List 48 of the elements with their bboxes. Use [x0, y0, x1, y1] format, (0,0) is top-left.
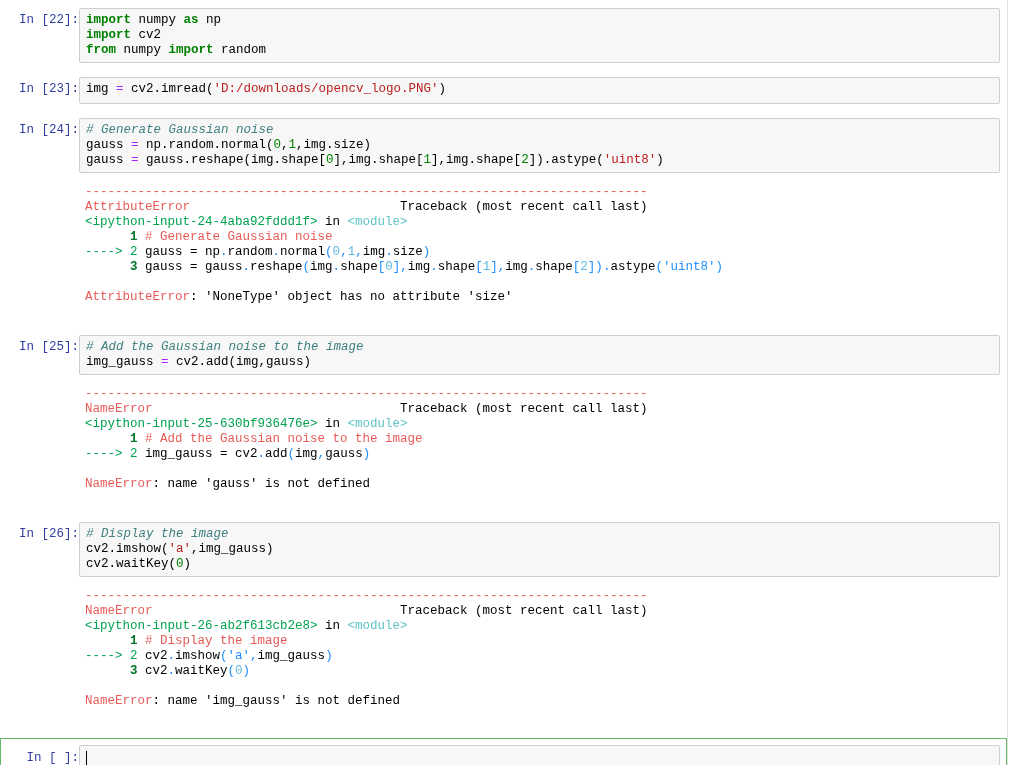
- code-input-field[interactable]: # Add the Gaussian noise to the image img_gauss = cv2.add(img,gauss): [79, 335, 1000, 375]
- traceback-line: <ipython-input-25-630bf936476e> in <module>: [85, 417, 409, 432]
- notebook-cell[interactable]: In [22]: import numpy as np import cv2 from numpy import random: [0, 7, 1007, 76]
- code-line: img = cv2.imread('D:/downloads/opencv_logo.PNG'): [86, 82, 448, 97]
- code-line: cv2.waitKey(0): [86, 557, 193, 572]
- code-input-field[interactable]: import numpy as np import cv2 from numpy import random: [79, 8, 1000, 63]
- text-cursor: [86, 751, 87, 765]
- code-line: gauss = gauss.reshape(img.shape[0],img.shape[1],img.shape[2]).astype('uint8'): [86, 153, 665, 168]
- traceback-line: ----> 2 img_gauss = cv2.add(img,gauss): [85, 447, 372, 462]
- traceback-line: 3 gauss = gauss.reshape(img.shape[0],img.shape[1],img.shape[2]).astype('uint8'): [129, 260, 724, 275]
- code-line: import cv2: [86, 28, 163, 43]
- traceback-line: ---------------------------------------------------------------------------: [85, 589, 649, 604]
- error-message: AttributeError: 'NoneType' object has no attribute 'size': [85, 290, 514, 305]
- code-line: # Display the image: [86, 527, 230, 542]
- code-line: cv2.imshow('a',img_gauss): [86, 542, 275, 557]
- traceback-line: <ipython-input-24-4aba92fddd1f> in <module>: [85, 215, 409, 230]
- code-line: # Add the Gaussian noise to the image: [86, 340, 365, 355]
- notebook-cell[interactable]: In [23]: img = cv2.imread('D:/downloads/opencv_logo.PNG'): [0, 76, 1007, 117]
- code-input-field[interactable]: # Display the image cv2.imshow('a',img_gauss) cv2.waitKey(0): [79, 522, 1000, 577]
- traceback-line: AttributeError Traceback (most recent call last): [85, 200, 649, 215]
- notebook-cell[interactable]: In [ ]:: [0, 738, 1007, 765]
- code-line: import numpy as np: [86, 13, 223, 28]
- code-input-field[interactable]: [79, 745, 1000, 765]
- traceback-line: <ipython-input-26-ab2f613cb2e8> in <module>: [85, 619, 409, 634]
- traceback-line: ----> 2 cv2.imshow('a',img_gauss): [85, 649, 334, 664]
- traceback-line: 3 cv2.waitKey(0): [129, 664, 252, 679]
- error-message: NameError: name 'img_gauss' is not defined: [85, 694, 402, 709]
- traceback-line: NameError Traceback (most recent call last): [85, 604, 649, 619]
- code-line: img_gauss = cv2.add(img,gauss): [86, 355, 313, 370]
- traceback-line: 1 # Display the image: [129, 634, 289, 649]
- traceback-line: ---------------------------------------------------------------------------: [85, 185, 649, 200]
- traceback-line: NameError Traceback (most recent call last): [85, 402, 649, 417]
- input-prompt: In [ ]:: [25, 750, 79, 765]
- code-line: gauss = np.random.normal(0,1,img.size): [86, 138, 373, 153]
- code-input-field[interactable]: img = cv2.imread('D:/downloads/opencv_logo.PNG'): [79, 77, 1000, 104]
- traceback-line: ----> 2 gauss = np.random.normal(0,1,img.size): [85, 245, 432, 260]
- code-line: # Generate Gaussian noise: [86, 123, 275, 138]
- code-line: from numpy import random: [86, 43, 268, 58]
- input-prompt: In [25]:: [18, 339, 79, 355]
- traceback-line: ---------------------------------------------------------------------------: [85, 387, 649, 402]
- input-prompt: In [22]:: [18, 12, 79, 28]
- input-prompt: In [23]:: [18, 81, 79, 97]
- error-message: NameError: name 'gauss' is not defined: [85, 477, 372, 492]
- input-prompt: In [26]:: [18, 526, 79, 542]
- traceback-line: 1 # Add the Gaussian noise to the image: [129, 432, 424, 447]
- input-prompt: In [24]:: [18, 122, 79, 138]
- traceback-line: 1 # Generate Gaussian noise: [129, 230, 334, 245]
- code-input-field[interactable]: # Generate Gaussian noise gauss = np.random.normal(0,1,img.size) gauss = gauss.reshape(img.shape[0],img.shape[1],img.shape[2]).astype('uint8'): [79, 118, 1000, 173]
